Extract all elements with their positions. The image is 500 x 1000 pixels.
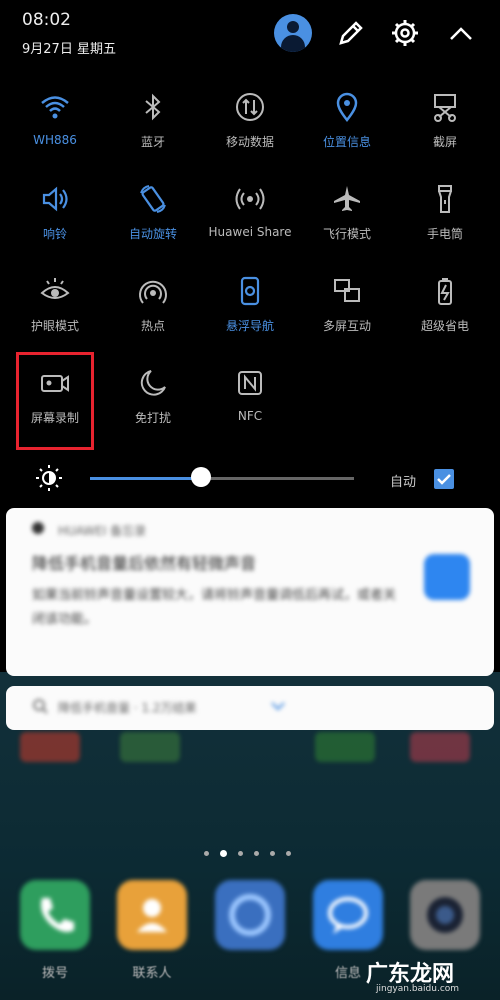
auto-brightness-label: 自动: [390, 475, 417, 490]
tile-battery-saver[interactable]: 超级省电: [395, 269, 495, 359]
tile-label: 蓝牙: [140, 135, 165, 149]
tile-huawei-share[interactable]: Huawei Share: [200, 177, 300, 267]
date-label: 9月27日 星期五: [22, 42, 116, 57]
account-avatar[interactable]: [274, 14, 312, 52]
tile-label: 自动旋转: [128, 227, 177, 241]
tile-label: NFC: [237, 409, 263, 423]
airplane-icon: [334, 186, 360, 211]
battery-saver-icon: [438, 278, 452, 305]
dock-app-browser[interactable]: [215, 880, 285, 950]
tile-label: 悬浮导航: [225, 319, 274, 333]
dock-label: 拨号: [41, 966, 68, 981]
floating-nav-icon: [240, 276, 260, 306]
moon-icon: [140, 370, 166, 396]
tile-do-not-disturb[interactable]: 免打扰: [103, 361, 203, 451]
checkmark-icon: [437, 474, 451, 485]
tile-label: 截屏: [432, 135, 457, 149]
message-icon: [328, 897, 368, 934]
tile-floating-nav[interactable]: 悬浮导航: [200, 269, 300, 359]
tile-label: 护眼模式: [30, 319, 79, 333]
dock-app-camera[interactable]: [410, 880, 480, 950]
tile-ring[interactable]: 响铃: [5, 177, 105, 267]
tile-nfc[interactable]: NFC: [200, 361, 300, 451]
tile-flashlight[interactable]: 手电筒: [395, 177, 495, 267]
screen-record-highlight-box: [16, 352, 94, 450]
settings-gear-icon[interactable]: [386, 14, 424, 52]
tile-label: 手电筒: [426, 227, 463, 241]
tile-label: 飞行模式: [322, 227, 371, 241]
tile-wifi[interactable]: WH886: [5, 85, 105, 175]
flashlight-icon: [438, 185, 452, 213]
watermark-url: jingyan.baidu.com: [376, 984, 460, 994]
tile-screenshot[interactable]: 截屏: [395, 85, 495, 175]
notification-card[interactable]: HUAWEI 备忘录 降低手机音量后依然有轻微声音 如果当前铃声音量设置较大，请…: [6, 508, 494, 676]
tile-multi-screen[interactable]: 多屏互动: [297, 269, 397, 359]
search-suggestion-card[interactable]: 降低手机音量 · 1.2万结果: [6, 686, 494, 730]
dock-app-phone[interactable]: [20, 880, 90, 950]
chevron-down-icon: [271, 702, 285, 711]
hotspot-icon: [139, 280, 167, 304]
tile-label: 移动数据: [225, 135, 274, 149]
tile-label: 响铃: [42, 227, 67, 241]
notification-app-badge: [424, 554, 470, 600]
notification-title: 降低手机音量后依然有轻微声音: [32, 554, 257, 573]
collapse-chevron-up-icon[interactable]: [442, 14, 480, 52]
tile-label: 多屏互动: [322, 319, 371, 333]
tile-label: 热点: [140, 319, 165, 333]
tile-bluetooth[interactable]: 蓝牙: [103, 85, 203, 175]
nfc-icon: [238, 371, 262, 395]
search-suggestion-text: 降低手机音量 · 1.2万结果: [58, 701, 197, 715]
tile-auto-rotate[interactable]: 自动旋转: [103, 177, 203, 267]
auto-brightness-checkbox[interactable]: [434, 469, 454, 489]
tile-mobile-data[interactable]: 移动数据: [200, 85, 300, 175]
tile-label: WH886: [33, 133, 77, 147]
brightness-fill: [90, 477, 201, 480]
tile-label: 免打扰: [134, 411, 171, 425]
notification-body: 如果当前铃声音量设置较大，请将铃声音量调低后再试，或者关闭该功能。: [32, 588, 397, 627]
dock-label: 联系人: [132, 966, 172, 981]
brightness-slider[interactable]: [90, 477, 354, 480]
search-icon: [33, 699, 48, 714]
location-icon: [336, 92, 358, 123]
mobile-data-icon: [236, 93, 264, 121]
speaker-icon: [42, 186, 68, 212]
notification-app-name: HUAWEI 备忘录: [58, 524, 147, 538]
huawei-share-icon: [235, 188, 265, 210]
auto-rotate-icon: [140, 185, 166, 213]
edit-icon[interactable]: [332, 14, 370, 52]
tile-label: Huawei Share: [208, 225, 292, 239]
brightness-row: 自动: [0, 455, 500, 503]
tile-hotspot[interactable]: 热点: [103, 269, 203, 359]
dock-app-messages[interactable]: [313, 880, 383, 950]
bluetooth-icon: [145, 93, 161, 121]
contacts-icon: [137, 899, 167, 932]
multi-screen-icon: [334, 279, 360, 302]
brightness-sun-icon: [36, 465, 62, 491]
wifi-icon: [41, 96, 69, 119]
tile-airplane-mode[interactable]: 飞行模式: [297, 177, 397, 267]
brightness-slider-thumb[interactable]: [190, 467, 211, 487]
phone-icon: [41, 898, 74, 932]
clock: 08:02: [22, 10, 71, 30]
app-icon: [32, 522, 44, 534]
dock-app-contacts[interactable]: [117, 880, 187, 950]
tile-label: 位置信息: [322, 135, 371, 149]
tile-eye-care[interactable]: 护眼模式: [5, 269, 105, 359]
browser-icon: [229, 894, 271, 936]
eye-icon: [40, 278, 70, 299]
tile-location[interactable]: 位置信息: [297, 85, 397, 175]
screenshot-icon: [434, 94, 456, 122]
notification-shade-header: 08:02 9月27日 星期五: [0, 0, 500, 70]
page-indicator: [200, 848, 300, 860]
tile-label: 超级省电: [420, 319, 469, 333]
camera-icon: [427, 897, 463, 933]
